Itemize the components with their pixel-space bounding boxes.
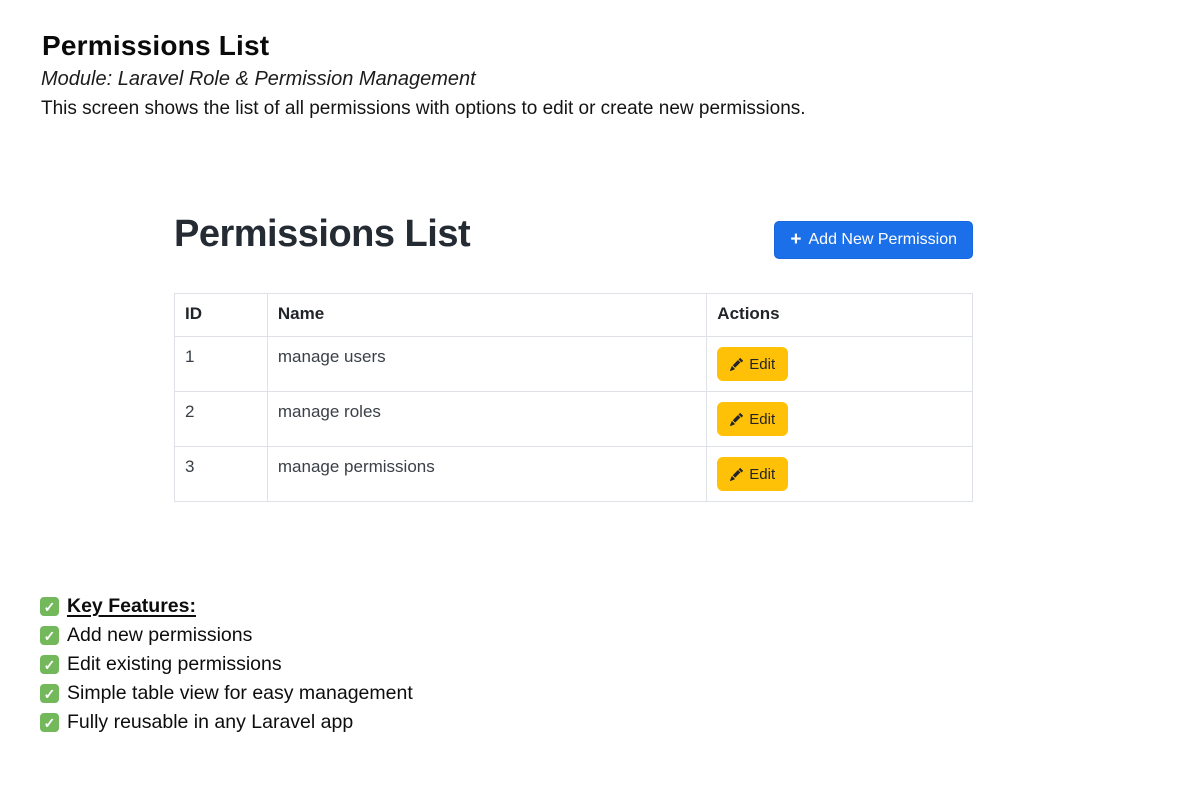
permissions-table: ID Name Actions 1 manage users Edit 2 ma… — [174, 293, 973, 502]
pencil-icon — [730, 413, 743, 426]
cell-name: manage users — [267, 337, 706, 392]
cell-actions: Edit — [707, 447, 973, 502]
cell-actions: Edit — [707, 337, 973, 392]
plus-icon: + — [790, 230, 801, 249]
table-row: 2 manage roles Edit — [175, 392, 973, 447]
add-new-permission-button[interactable]: + Add New Permission — [774, 221, 973, 259]
column-header-name: Name — [267, 294, 706, 337]
cell-name: manage roles — [267, 392, 706, 447]
feature-item-label: Edit existing permissions — [67, 653, 282, 676]
module-subtitle: Module: Laravel Role & Permission Manage… — [41, 68, 476, 91]
check-icon: ✓ — [40, 597, 59, 616]
edit-button[interactable]: Edit — [717, 457, 788, 491]
key-features-list: ✓ Key Features: ✓ Add new permissions ✓ … — [40, 592, 413, 737]
pencil-icon — [730, 358, 743, 371]
column-header-id: ID — [175, 294, 268, 337]
cell-id: 3 — [175, 447, 268, 502]
cell-name: manage permissions — [267, 447, 706, 502]
feature-item: ✓ Fully reusable in any Laravel app — [40, 708, 413, 737]
edit-button-label: Edit — [749, 356, 775, 373]
check-icon: ✓ — [40, 655, 59, 674]
page-description: This screen shows the list of all permis… — [41, 98, 806, 120]
edit-button[interactable]: Edit — [717, 347, 788, 381]
check-icon: ✓ — [40, 684, 59, 703]
feature-item-label: Fully reusable in any Laravel app — [67, 711, 353, 734]
table-header-row: ID Name Actions — [175, 294, 973, 337]
check-icon: ✓ — [40, 626, 59, 645]
key-features-heading: ✓ Key Features: — [40, 592, 413, 621]
key-features-label: Key Features: — [67, 595, 196, 618]
feature-item-label: Simple table view for easy management — [67, 682, 413, 705]
feature-item: ✓ Add new permissions — [40, 621, 413, 650]
pencil-icon — [730, 468, 743, 481]
feature-item: ✓ Edit existing permissions — [40, 650, 413, 679]
page-title: Permissions List — [42, 30, 269, 62]
app-heading: Permissions List — [174, 213, 470, 256]
feature-item-label: Add new permissions — [67, 624, 252, 647]
feature-item: ✓ Simple table view for easy management — [40, 679, 413, 708]
table-row: 1 manage users Edit — [175, 337, 973, 392]
add-new-permission-label: Add New Permission — [809, 231, 958, 249]
cell-actions: Edit — [707, 392, 973, 447]
column-header-actions: Actions — [707, 294, 973, 337]
cell-id: 1 — [175, 337, 268, 392]
edit-button[interactable]: Edit — [717, 402, 788, 436]
edit-button-label: Edit — [749, 466, 775, 483]
cell-id: 2 — [175, 392, 268, 447]
table-row: 3 manage permissions Edit — [175, 447, 973, 502]
check-icon: ✓ — [40, 713, 59, 732]
edit-button-label: Edit — [749, 411, 775, 428]
